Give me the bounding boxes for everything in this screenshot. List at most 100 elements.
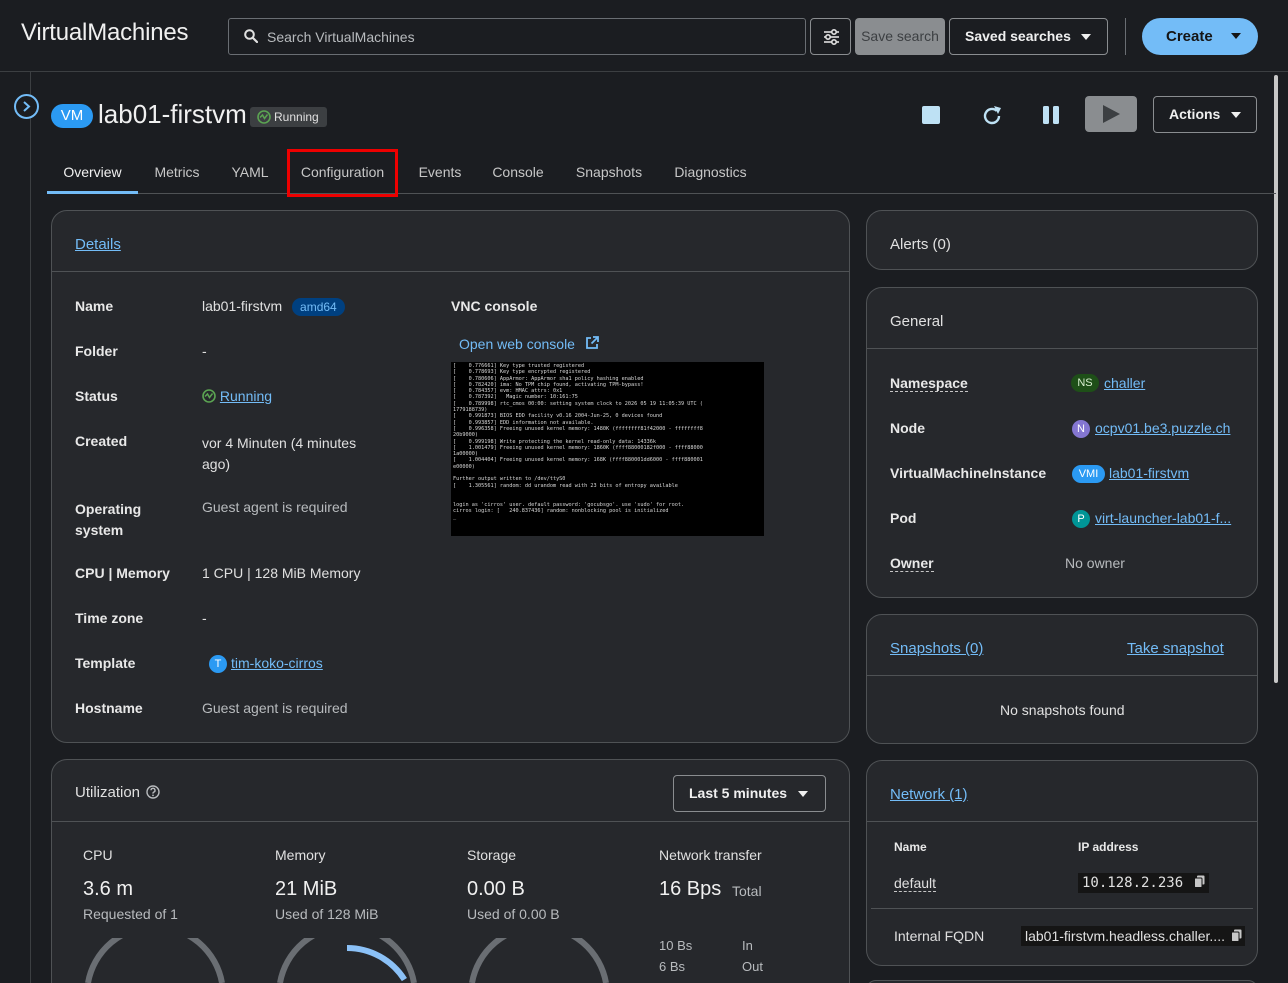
created-value-line1: vor 4 Minuten (4 minutes: [202, 435, 357, 451]
network-out-value: 6 Bs: [659, 959, 686, 974]
tab-configuration[interactable]: Configuration: [287, 149, 398, 197]
copy-icon[interactable]: [1193, 875, 1205, 888]
fqdn-value: lab01-firstvm.headless.challer....: [1021, 926, 1245, 946]
network-metric-label: Network transfer: [659, 847, 762, 863]
status-badge: Running: [250, 107, 327, 127]
alerts-title: Alerts (0): [890, 236, 951, 253]
vm-name: lab01-firstvm: [202, 298, 283, 314]
owner-label[interactable]: Owner: [890, 555, 934, 572]
timezone-value: -: [202, 610, 207, 626]
owner-value: No owner: [1065, 555, 1125, 571]
copy-icon[interactable]: [1230, 929, 1242, 942]
divider: [52, 271, 849, 272]
vnc-console-title: VNC console: [451, 298, 538, 314]
cpu-memory-label: CPU | Memory: [75, 565, 170, 581]
create-label: Create: [1166, 28, 1213, 45]
tab-console[interactable]: Console: [488, 152, 548, 193]
network-out-label: Out: [742, 959, 763, 974]
timezone-label: Time zone: [75, 610, 144, 626]
created-value: vor 4 Minuten (4 minutes ago): [202, 433, 356, 475]
network-title-link[interactable]: Network (1): [890, 786, 968, 803]
general-title: General: [890, 313, 944, 330]
caret-down-icon: [1231, 33, 1241, 39]
node-link[interactable]: ocpv01.be3.puzzle.ch: [1095, 420, 1230, 436]
vnc-console-preview[interactable]: [ 0.776661] Key type trusted registered …: [451, 362, 764, 536]
details-title-link[interactable]: Details: [75, 236, 121, 253]
tab-yaml[interactable]: YAML: [225, 152, 275, 193]
pod-label: Pod: [890, 510, 917, 526]
network-metric-total: Total: [732, 883, 762, 899]
open-web-console-link[interactable]: Open web console: [459, 336, 599, 352]
take-snapshot-link[interactable]: Take snapshot: [1127, 640, 1224, 657]
actions-dropdown[interactable]: Actions: [1153, 96, 1257, 133]
name-label: Name: [75, 298, 114, 314]
divider: [1125, 18, 1126, 55]
tab-overview[interactable]: Overview: [47, 152, 138, 194]
expand-sidebar-button[interactable]: [14, 94, 39, 119]
os-label: Operating system: [75, 499, 141, 541]
cpu-memory-value: 1 CPU | 128 MiB Memory: [202, 565, 361, 581]
snapshots-empty: No snapshots found: [1000, 702, 1125, 718]
sliders-icon: [824, 29, 839, 45]
save-search-button[interactable]: Save search: [855, 18, 945, 55]
network-row-name[interactable]: default: [894, 875, 937, 892]
fqdn-label: Internal FQDN: [894, 928, 985, 944]
namespace-label[interactable]: Namespace: [890, 375, 968, 392]
status-value: Running: [202, 388, 272, 404]
namespace-icon: NS: [1071, 374, 1099, 392]
template-link[interactable]: tim-koko-cirros: [231, 655, 323, 671]
stop-icon: [922, 106, 940, 124]
caret-down-icon: [798, 791, 808, 797]
stop-button[interactable]: [913, 98, 949, 132]
actions-label: Actions: [1169, 106, 1221, 122]
search-input[interactable]: Search VirtualMachines: [228, 18, 806, 55]
network-col-ip: IP address: [1078, 840, 1139, 854]
running-icon: [202, 389, 216, 403]
utilization-title: Utilization: [75, 784, 160, 801]
template-icon: T: [209, 655, 227, 673]
memory-metric-label: Memory: [275, 847, 326, 863]
help-icon[interactable]: [146, 785, 160, 799]
search-placeholder: Search VirtualMachines: [267, 29, 415, 45]
masthead: VirtualMachines Search VirtualMachines S…: [0, 0, 1288, 72]
status-label: Status: [75, 388, 118, 404]
pod-link[interactable]: virt-launcher-lab01-f...: [1095, 510, 1231, 526]
node-icon: N: [1072, 420, 1090, 438]
hostname-value: Guest agent is required: [202, 700, 348, 716]
tab-bar: Overview Metrics YAML Configuration Even…: [47, 149, 1276, 197]
node-label: Node: [890, 420, 925, 436]
pause-button[interactable]: [1033, 98, 1069, 132]
snapshots-title-link[interactable]: Snapshots (0): [890, 640, 983, 657]
snapshots-card: [866, 614, 1258, 744]
time-range-dropdown[interactable]: Last 5 minutes: [673, 775, 826, 812]
memory-used-arc: [346, 945, 407, 982]
pod-icon: P: [1072, 510, 1090, 528]
vmi-icon: VMI: [1072, 465, 1105, 483]
network-ip: 10.128.2.236: [1078, 873, 1209, 893]
chevron-right-icon: [23, 101, 31, 112]
tab-diagnostics[interactable]: Diagnostics: [669, 152, 752, 193]
folder-value: -: [202, 343, 207, 359]
tab-events[interactable]: Events: [412, 152, 468, 193]
network-in-value: 10 Bs: [659, 938, 693, 953]
open-web-console-label: Open web console: [459, 336, 575, 352]
memory-donut-chart: [277, 938, 417, 983]
status-link[interactable]: Running: [220, 388, 272, 404]
create-button[interactable]: Create: [1142, 18, 1258, 55]
advanced-search-button[interactable]: [810, 18, 851, 55]
start-button[interactable]: [1085, 96, 1137, 132]
play-icon: [1103, 105, 1120, 123]
divider: [867, 675, 1257, 676]
namespace-link[interactable]: challer: [1104, 375, 1145, 391]
cpu-metric-label: CPU: [83, 847, 113, 863]
restart-button[interactable]: [973, 98, 1009, 132]
tab-metrics[interactable]: Metrics: [147, 152, 207, 193]
arch-label: amd64: [292, 298, 345, 316]
created-label: Created: [75, 433, 128, 449]
vmi-link[interactable]: lab01-firstvm: [1109, 465, 1189, 481]
vmi-label: VirtualMachineInstance: [890, 465, 1047, 481]
memory-metric-value: 21 MiB: [275, 878, 338, 900]
tab-snapshots[interactable]: Snapshots: [569, 152, 649, 193]
saved-searches-dropdown[interactable]: Saved searches: [949, 18, 1108, 55]
restart-icon: [983, 106, 1001, 125]
